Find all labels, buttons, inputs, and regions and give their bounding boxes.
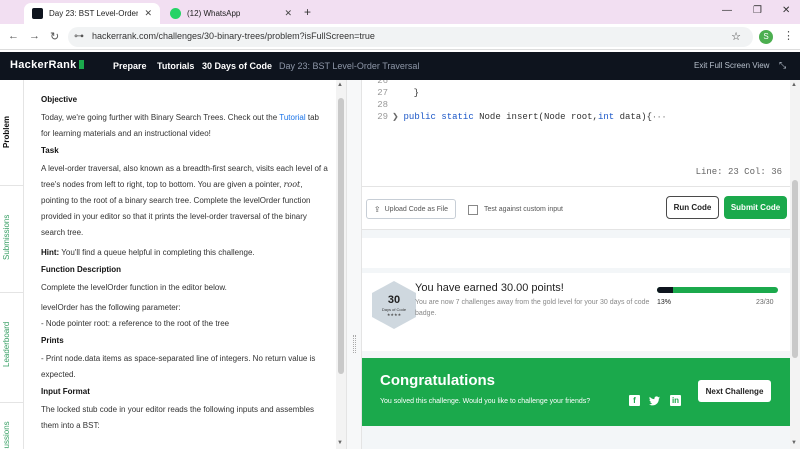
objective-heading: Objective [41, 95, 78, 104]
profile-avatar[interactable]: S [759, 30, 773, 44]
custom-input-label[interactable]: Test against custom input [484, 206, 563, 213]
root-math: root [283, 180, 301, 189]
congratulations-text: You solved this challenge. Would you lik… [380, 398, 591, 405]
browser-tab-hackerrank[interactable]: Day 23: BST Level-Order Traversal ✕ [24, 3, 160, 24]
upload-icon: ⇪ [373, 204, 381, 214]
hackerrank-logo[interactable]: HackerRank [10, 59, 84, 71]
divider [0, 402, 24, 403]
browser-tab-whatsapp[interactable]: (12) WhatsApp ✕ [162, 3, 300, 24]
tab-title: (12) WhatsApp [187, 9, 241, 18]
hackerrank-favicon-icon [32, 8, 43, 19]
tab-title: Day 23: BST Level-Order Traversal [49, 9, 139, 18]
facebook-share-icon[interactable]: f [629, 395, 640, 406]
hackerrank-header: HackerRank Prepare Tutorials 30 Days of … [0, 52, 800, 80]
nav-prepare[interactable]: Prepare [113, 61, 147, 71]
exit-full-screen-icon[interactable]: ⤡ [779, 60, 786, 71]
congratulations-banner: Congratulations You solved this challeng… [362, 358, 790, 426]
badge-progress-fill [657, 287, 673, 293]
site-info-icon[interactable]: ⊶ [74, 31, 84, 42]
function-description-heading: Function Description [41, 265, 121, 274]
restore-window-button[interactable]: ❐ [753, 5, 762, 16]
bookmark-star-icon[interactable]: ☆ [731, 30, 741, 43]
browser-toolbar: ← → ↻ ⊶ hackerrank.com/challenges/30-bin… [0, 24, 800, 50]
scrollbar-thumb[interactable] [792, 180, 798, 358]
scroll-up-arrow-icon[interactable]: ▲ [337, 82, 343, 88]
input-format-text: The locked stub code in your editor read… [41, 405, 315, 430]
custom-input-checkbox[interactable] [468, 205, 478, 215]
hint-text: Hint: You'll find a queue helpful in com… [41, 248, 255, 257]
task-text: A level-order traversal, also known as a… [41, 164, 328, 237]
vertical-tab-rail: Problem Submissions Leaderboard Discussi… [0, 80, 24, 449]
code-editor[interactable]: 26 27 } 28 29 ❯ public static Node insert… [362, 80, 790, 186]
submit-code-button[interactable]: Submit Code [724, 196, 787, 219]
problem-scrollbar[interactable]: ▲ ▼ [336, 80, 346, 449]
tab-problem[interactable]: Problem [2, 116, 11, 148]
scroll-down-arrow-icon[interactable]: ▼ [337, 440, 343, 446]
divider [0, 185, 24, 186]
url-text[interactable]: hackerrank.com/challenges/30-binary-tree… [92, 31, 375, 41]
code-line: 26 [377, 80, 388, 86]
reload-button[interactable]: ↻ [50, 30, 59, 43]
exit-full-screen-link[interactable]: Exit Full Screen View [694, 61, 769, 70]
code-line: 27 } [377, 88, 420, 98]
linkedin-share-icon[interactable]: in [670, 395, 681, 406]
tab-leaderboard[interactable]: Leaderboard [2, 322, 11, 367]
address-bar[interactable]: ⊶ hackerrank.com/challenges/30-binary-tr… [68, 27, 753, 47]
function-description-text: Complete the levelOrder function in the … [41, 283, 227, 292]
nav-30-days-of-code[interactable]: 30 Days of Code [202, 61, 272, 71]
prints-heading: Prints [41, 336, 64, 345]
objective-text: Today, we're going further with Binary S… [41, 113, 319, 138]
breadcrumb: Day 23: BST Level-Order Traversal [279, 61, 420, 71]
progress-count: 23/30 [756, 299, 774, 306]
cursor-position: Line: 23 Col: 36 [695, 167, 782, 177]
parameter-item: - Node pointer root: a reference to the … [41, 319, 230, 328]
drag-handle-icon[interactable] [353, 335, 356, 353]
minimize-window-button[interactable]: — [722, 5, 732, 16]
next-challenge-button[interactable]: Next Challenge [698, 380, 771, 402]
tutorial-link[interactable]: Tutorial [279, 113, 305, 122]
badge-progress-description: You are now 7 challenges away from the g… [415, 299, 650, 317]
code-line: 29 ❯ public static Node insert(Node root,… [377, 112, 667, 122]
pane-splitter[interactable] [346, 80, 362, 449]
nav-tutorials[interactable]: Tutorials [157, 61, 194, 71]
browser-menu-icon[interactable]: ⋮ [783, 29, 794, 42]
close-tab-icon[interactable]: ✕ [284, 8, 292, 19]
run-code-button[interactable]: Run Code [666, 196, 719, 219]
result-area [362, 238, 790, 268]
editor-panel-scrollbar[interactable]: ▲ ▼ [790, 80, 800, 449]
upload-code-button[interactable]: ⇪ Upload Code as File [366, 199, 456, 219]
fold-chevron-icon[interactable]: ❯ [392, 113, 404, 122]
editor-actions: ⇪ Upload Code as File Test against custom… [362, 186, 790, 230]
congratulations-heading: Congratulations [380, 372, 495, 389]
points-headline: You have earned 30.00 points! [415, 282, 564, 294]
task-heading: Task [41, 146, 59, 155]
prints-text: - Print node.data items as space-separat… [41, 354, 316, 379]
scrollbar-thumb[interactable] [338, 98, 344, 374]
code-line: 28 [377, 100, 388, 110]
scroll-down-arrow-icon[interactable]: ▼ [791, 440, 797, 446]
close-tab-icon[interactable]: ✕ [144, 8, 152, 19]
editor-panel: 26 27 } 28 29 ❯ public static Node insert… [362, 80, 790, 449]
forward-button[interactable]: → [29, 30, 40, 42]
input-format-heading: Input Format [41, 387, 90, 396]
parameters-intro: levelOrder has the following parameter: [41, 303, 181, 312]
new-tab-button[interactable]: + [304, 5, 311, 19]
twitter-share-icon[interactable] [649, 395, 660, 406]
badge-progress-bar [657, 287, 778, 293]
back-button[interactable]: ← [8, 30, 19, 42]
close-window-button[interactable]: ✕ [782, 5, 790, 16]
points-earned-card: 30 Days of Code ★★★★ You have earned 30.… [362, 273, 790, 351]
30-days-badge-icon: 30 Days of Code ★★★★ [372, 281, 416, 329]
progress-percent: 13% [657, 299, 672, 306]
folded-code-marker[interactable]: ··· [652, 113, 666, 122]
divider [0, 292, 24, 293]
logo-block-icon [78, 60, 84, 69]
browser-tab-strip: Day 23: BST Level-Order Traversal ✕ (12)… [0, 0, 800, 24]
problem-statement: Objective Today, we're going further wit… [24, 80, 336, 449]
scroll-up-arrow-icon[interactable]: ▲ [791, 82, 797, 88]
tab-submissions[interactable]: Submissions [2, 215, 11, 260]
tab-discussions[interactable]: Discussions [2, 421, 11, 449]
whatsapp-favicon-icon [170, 8, 181, 19]
